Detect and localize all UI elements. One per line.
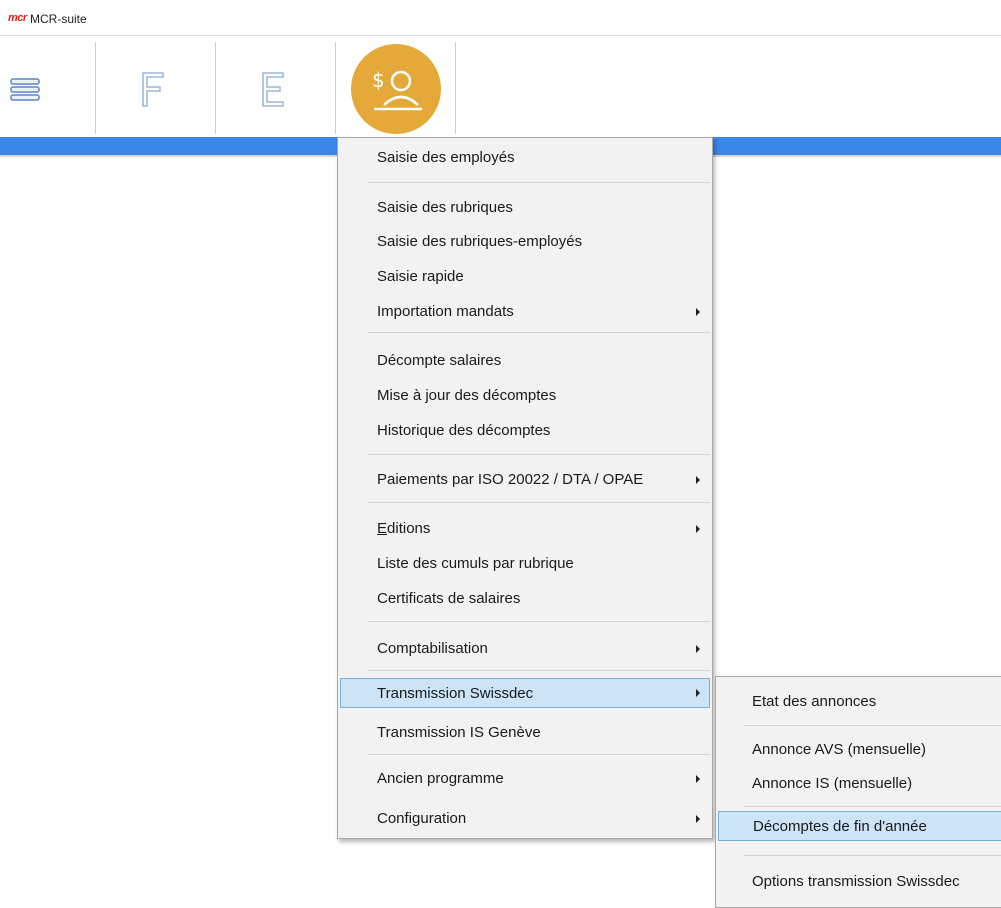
menu-item-label: Liste des cumuls par rubrique: [377, 555, 574, 572]
menu-item-label: Comptabilisation: [377, 640, 488, 657]
menu-item-label: Ancien programme: [377, 770, 504, 787]
submenu-arrow-icon: [696, 645, 700, 653]
swissdec-submenu: Etat des annonces Annonce AVS (mensuelle…: [715, 676, 1001, 908]
menu-separator: [744, 855, 1001, 856]
menu-item-mnemonic: E: [377, 520, 388, 537]
menu-separator: [368, 670, 710, 671]
menu-item-transmission-swissdec[interactable]: Transmission Swissdec: [340, 678, 710, 708]
menu-item-label: Saisie rapide: [377, 268, 464, 285]
submenu-arrow-icon: [696, 775, 700, 783]
menu-item-label: Saisie des employés: [377, 149, 515, 166]
menu-item-mise-a-jour-decomptes[interactable]: Mise à jour des décomptes: [340, 381, 710, 411]
menu-item-label: Transmission IS Genève: [377, 724, 541, 741]
letter-f-icon: [142, 72, 164, 107]
menu-separator: [368, 754, 710, 755]
menu-item-saisie-employes[interactable]: Saisie des employés: [340, 143, 710, 173]
app-logo: mcr: [8, 12, 27, 24]
menu-item-comptabilisation[interactable]: Comptabilisation: [340, 634, 710, 664]
submenu-arrow-icon: [696, 689, 700, 697]
menu-item-label: Mise à jour des décomptes: [377, 387, 557, 404]
submenu-item-label: Décomptes de fin d'année: [753, 818, 927, 835]
menu-separator: [368, 502, 710, 503]
menu-item-label: Transmission Swissdec: [377, 685, 534, 702]
menu-item-decompte-salaires[interactable]: Décompte salaires: [340, 346, 710, 376]
menu-separator: [744, 806, 1001, 807]
menu-separator: [368, 454, 710, 455]
submenu-item-options-transmission[interactable]: Options transmission Swissdec: [718, 867, 1001, 897]
submenu-item-annonce-avs[interactable]: Annonce AVS (mensuelle): [718, 735, 1001, 765]
salary-module-button[interactable]: $: [336, 42, 454, 134]
submenu-item-label: Etat des annonces: [752, 693, 877, 710]
menu-item-historique-decomptes[interactable]: Historique des décomptes: [340, 416, 710, 446]
menu-separator: [744, 725, 1001, 726]
menu-separator: [368, 621, 710, 622]
menu-item-label: Configuration: [377, 810, 467, 827]
submenu-item-label: Annonce AVS (mensuelle): [752, 741, 926, 758]
menu-separator: [368, 332, 710, 333]
submenu-item-etat-annonces[interactable]: Etat des annonces: [718, 687, 1001, 717]
menu-item-certificats-salaires[interactable]: Certificats de salaires: [340, 584, 710, 614]
menu-item-label: Editions: [377, 514, 430, 544]
submenu-item-decomptes-fin-annee[interactable]: Décomptes de fin d'année: [718, 811, 1001, 841]
svg-text:$: $: [372, 68, 385, 92]
menu-item-configuration[interactable]: Configuration: [340, 804, 710, 834]
menu-item-label: Historique des décomptes: [377, 422, 551, 439]
submenu-arrow-icon: [696, 815, 700, 823]
menu-item-editions[interactable]: Editions: [340, 514, 710, 544]
toolbar: $: [0, 36, 1001, 136]
menu-item-label-rest: ditions: [387, 520, 431, 537]
menu-item-label: Paiements par ISO 20022 / DTA / OPAE: [377, 471, 644, 488]
app-title: MCR-suite: [30, 12, 87, 26]
menu-item-paiements[interactable]: Paiements par ISO 20022 / DTA / OPAE: [340, 465, 710, 495]
menu-item-importation-mandats[interactable]: Importation mandats: [340, 297, 710, 327]
menu-item-label: Saisie des rubriques: [377, 199, 513, 216]
menu-item-label: Décompte salaires: [377, 352, 502, 369]
submenu-arrow-icon: [696, 525, 700, 533]
letter-e-icon: [262, 72, 284, 107]
submenu-item-label: Annonce IS (mensuelle): [752, 775, 913, 792]
menu-item-label: Importation mandats: [377, 303, 514, 320]
submenu-item-label: Options transmission Swissdec: [752, 873, 960, 890]
menu-item-transmission-is-geneve[interactable]: Transmission IS Genève: [340, 718, 710, 748]
submenu-arrow-icon: [696, 308, 700, 316]
menu-item-ancien-programme[interactable]: Ancien programme: [340, 764, 710, 794]
menu-item-label: Certificats de salaires: [377, 590, 521, 607]
menu-item-label: Saisie des rubriques-employés: [377, 233, 583, 250]
menu-separator: [368, 182, 710, 183]
salary-person-icon: $: [351, 44, 441, 134]
submenu-item-annonce-is[interactable]: Annonce IS (mensuelle): [718, 769, 1001, 799]
menu-item-saisie-rubriques-employes[interactable]: Saisie des rubriques-employés: [340, 227, 710, 257]
toolbar-divider: [455, 42, 456, 134]
module-e-button[interactable]: [216, 42, 334, 134]
salary-dropdown-menu: Saisie des employés Saisie des rubriques…: [337, 137, 713, 839]
menu-item-saisie-rapide[interactable]: Saisie rapide: [340, 262, 710, 292]
menu-item-saisie-rubriques[interactable]: Saisie des rubriques: [340, 193, 710, 223]
module-f-button[interactable]: [96, 42, 214, 134]
title-bar: mcr MCR-suite: [0, 0, 1001, 34]
menu-item-liste-cumuls[interactable]: Liste des cumuls par rubrique: [340, 549, 710, 579]
submenu-arrow-icon: [696, 476, 700, 484]
